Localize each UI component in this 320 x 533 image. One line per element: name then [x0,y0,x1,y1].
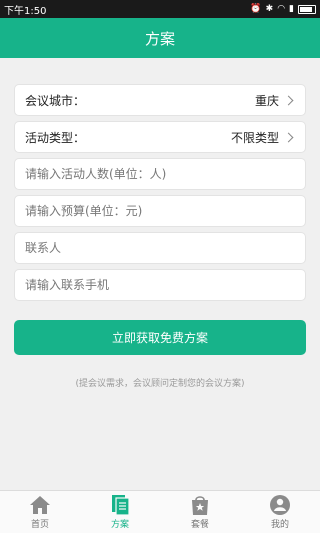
attendees-row [14,158,306,190]
city-label: 会议城市： [25,93,86,108]
contact-row [14,232,306,264]
chevron-right-icon [283,132,294,142]
get-free-plan-button[interactable]: 立即获取免费方案 [14,320,306,355]
plan-form: 会议城市： 重庆 活动类型： 不限类型 [14,84,306,306]
tab-home-label: 首页 [30,520,49,530]
wifi-icon: ◠ [277,4,286,14]
signal-icon: ▮ [289,4,294,14]
status-icons: ⏰ ✱ ◠ ▮ [250,4,316,14]
status-bar: 下午1:50 ⏰ ✱ ◠ ▮ [0,0,320,18]
tab-package-label: 套餐 [190,520,209,530]
home-icon [30,496,50,514]
document-icon [112,495,130,516]
chevron-right-icon [283,95,294,105]
activity-type-selector[interactable]: 活动类型： 不限类型 [14,121,306,153]
tab-plan[interactable]: 方案 [80,491,160,533]
profile-icon [270,495,290,515]
budget-input[interactable] [25,204,295,218]
city-value: 重庆 [254,93,279,108]
activity-type-value: 不限类型 [230,130,279,145]
tab-profile-label: 我的 [270,520,289,530]
page-title: 方案 [144,29,175,48]
hint-text: (提会议需求，会议顾问定制您的会议方案) [75,379,245,389]
bluetooth-icon: ✱ [265,4,274,14]
tab-plan-label: 方案 [110,520,129,530]
activity-type-label: 活动类型： [25,130,86,145]
title-bar: 方案 [0,18,320,58]
package-icon [192,496,208,515]
city-selector[interactable]: 会议城市： 重庆 [14,84,306,116]
phone-input[interactable] [25,278,295,292]
budget-row [14,195,306,227]
contact-input[interactable] [25,241,295,255]
tab-profile[interactable]: 我的 [240,491,320,533]
attendees-input[interactable] [25,167,295,181]
alarm-icon: ⏰ [250,4,262,14]
battery-icon [298,4,316,14]
tab-package[interactable]: 套餐 [160,491,240,533]
tab-home[interactable]: 首页 [0,491,80,533]
phone-row [14,269,306,301]
status-time: 下午1:50 [4,5,47,17]
bottom-tab-bar: 首页 方案 套餐 我的 [0,490,320,533]
